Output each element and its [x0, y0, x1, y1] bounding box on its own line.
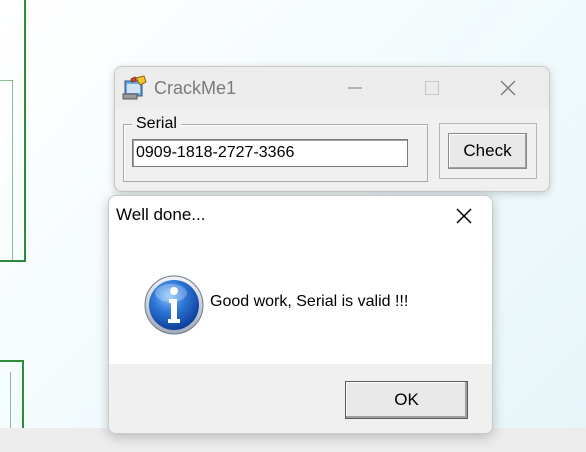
message-box: Well done... Good work, Serial is valid … — [108, 195, 493, 434]
background-line — [0, 260, 26, 262]
crackme-window: CrackMe1 Serial 0909-1818-2727-3366 Chec… — [114, 66, 550, 192]
ok-button[interactable]: OK — [345, 381, 468, 419]
maximize-icon[interactable] — [417, 74, 447, 102]
background-line — [10, 372, 11, 430]
message-box-title: Well done... — [116, 205, 206, 224]
app-icon — [122, 75, 148, 101]
serial-input[interactable]: 0909-1818-2727-3366 — [132, 139, 408, 167]
window-title: CrackMe1 — [154, 78, 237, 98]
message-text: Good work, Serial is valid !!! — [210, 293, 409, 310]
background-line — [0, 360, 24, 362]
minimize-icon[interactable] — [340, 74, 370, 102]
close-icon[interactable] — [493, 74, 523, 102]
info-icon — [143, 274, 205, 336]
background-line — [22, 360, 24, 430]
background-line — [24, 0, 26, 262]
close-icon[interactable] — [451, 203, 477, 229]
background-line — [0, 80, 13, 81]
check-button[interactable]: Check — [448, 133, 527, 169]
serial-group-label: Serial — [132, 115, 181, 133]
background-line — [12, 80, 13, 260]
